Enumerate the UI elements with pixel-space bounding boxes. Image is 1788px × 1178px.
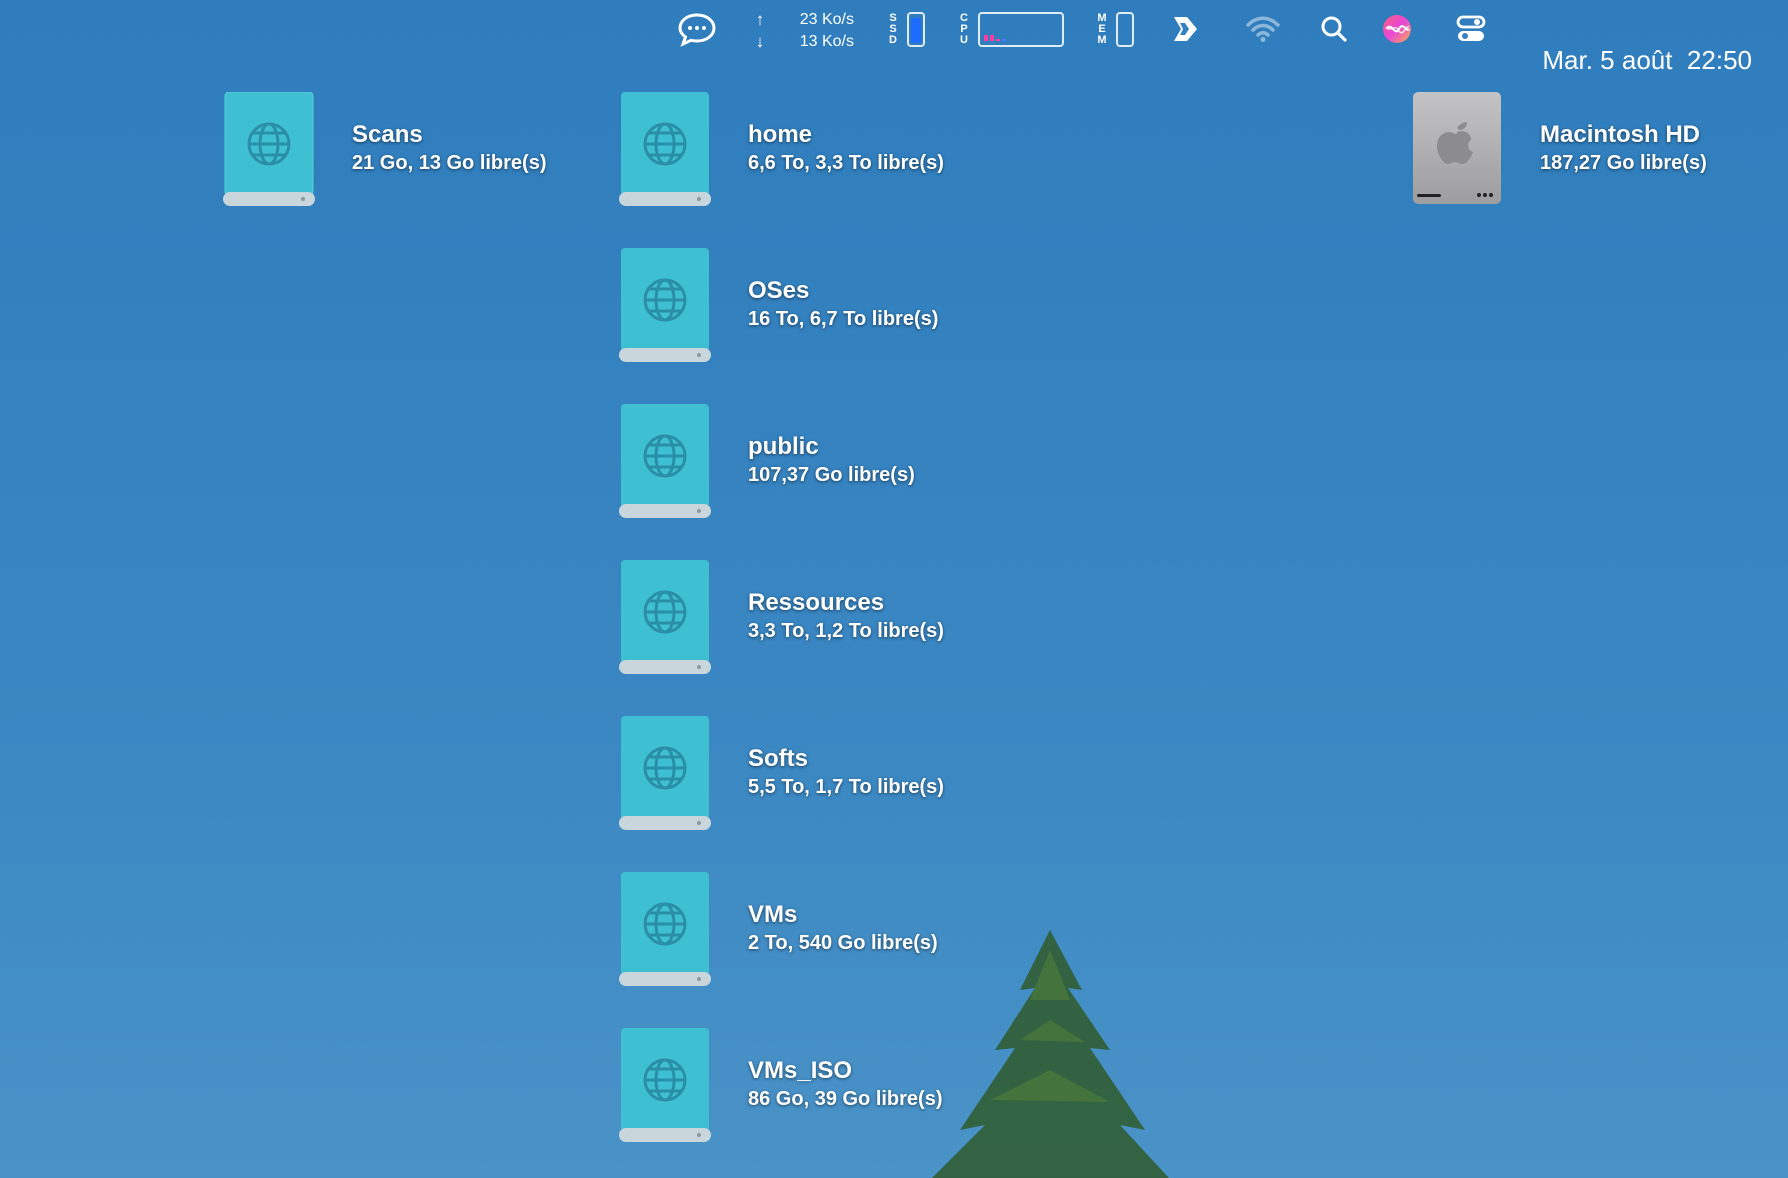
menubar-date: Mar. 5 août: [1542, 45, 1673, 75]
mem-label: MEM: [1097, 12, 1107, 46]
desktop-volume-public[interactable]: public 107,37 Go libre(s): [619, 404, 1009, 520]
volume-name: Softs: [748, 745, 808, 772]
volume-name: Ressources: [748, 589, 885, 616]
download-rate: 13 Ko/s: [799, 33, 854, 50]
network-drive-icon: [619, 560, 711, 674]
network-drive-icon: [223, 92, 315, 206]
volume-name: Scans: [352, 121, 423, 148]
volume-info: 6,6 To, 3,3 To libre(s): [748, 152, 944, 174]
desktop-volume-ressources[interactable]: Ressources 3,3 To, 1,2 To libre(s): [619, 560, 1009, 676]
ssd-gauge[interactable]: [907, 12, 925, 47]
desktop-volume-softs[interactable]: Softs 5,5 To, 1,7 To libre(s): [619, 716, 1009, 832]
network-drive-icon: [619, 92, 711, 206]
volume-info: 5,5 To, 1,7 To libre(s): [748, 776, 944, 798]
network-drive-icon: [619, 1028, 711, 1142]
control-center-icon[interactable]: [1454, 12, 1488, 46]
download-arrow-icon: ↓: [755, 32, 765, 51]
cpu-graph[interactable]: [978, 12, 1064, 47]
desktop-volume-scans[interactable]: Scans 21 Go, 13 Go libre(s): [223, 92, 613, 208]
volume-info: 107,37 Go libre(s): [748, 464, 915, 486]
volume-info: 21 Go, 13 Go libre(s): [352, 152, 547, 174]
volume-name: VMs: [748, 901, 798, 928]
search-icon[interactable]: [1318, 12, 1350, 46]
desktop-volume-macintosh-hd[interactable]: Macintosh HD 187,27 Go libre(s): [1411, 92, 1788, 208]
upload-arrow-icon: ↑: [755, 10, 765, 29]
volume-name: Macintosh HD: [1540, 121, 1701, 148]
wifi-icon[interactable]: [1244, 12, 1282, 46]
desktop-volume-vms-iso[interactable]: VMs_ISO 86 Go, 39 Go libre(s): [619, 1028, 1009, 1144]
volume-info: 3,3 To, 1,2 To libre(s): [748, 620, 944, 642]
cpu-bar: [990, 35, 994, 41]
volume-name: OSes: [748, 277, 810, 304]
memory-gauge[interactable]: [1116, 12, 1134, 47]
desktop-volume-vms[interactable]: VMs 2 To, 540 Go libre(s): [619, 872, 1009, 988]
volume-name: public: [748, 433, 819, 460]
volume-info: 187,27 Go libre(s): [1540, 152, 1707, 174]
menubar-time: 22:50: [1686, 45, 1752, 75]
volume-info: 2 To, 540 Go libre(s): [748, 932, 938, 954]
cpu-bar: [996, 39, 1000, 41]
desktop-volume-home[interactable]: home 6,6 To, 3,3 To libre(s): [619, 92, 1009, 208]
ssd-gauge-fill: [911, 18, 921, 43]
volume-name: VMs_ISO: [748, 1057, 853, 1084]
network-rates[interactable]: ↑ 23 Ko/s ↓ 13 Ko/s: [745, 9, 860, 53]
menu-bar: ↑ 23 Ko/s ↓ 13 Ko/s SSD CPU MEM Mar. 5 a…: [0, 0, 1788, 75]
network-drive-icon: [619, 248, 711, 362]
upload-rate: 23 Ko/s: [799, 11, 854, 28]
cpu-bar: [1002, 39, 1006, 41]
ssd-label: SSD: [889, 12, 897, 46]
network-drive-icon: [619, 404, 711, 518]
chat-bubble-icon[interactable]: [677, 10, 717, 48]
siri-icon[interactable]: [1380, 12, 1414, 46]
network-drive-icon: [619, 872, 711, 986]
desktop-volume-oses[interactable]: OSes 16 To, 6,7 To libre(s): [619, 248, 1009, 364]
volume-info: 16 To, 6,7 To libre(s): [748, 308, 939, 330]
forward-app-icon[interactable]: [1168, 12, 1202, 46]
internal-drive-icon: [1413, 92, 1501, 204]
volume-name: home: [748, 121, 813, 148]
network-drive-icon: [619, 716, 711, 830]
volume-info: 86 Go, 39 Go libre(s): [748, 1088, 943, 1110]
cpu-label: CPU: [960, 12, 968, 46]
cpu-bar: [984, 35, 988, 41]
